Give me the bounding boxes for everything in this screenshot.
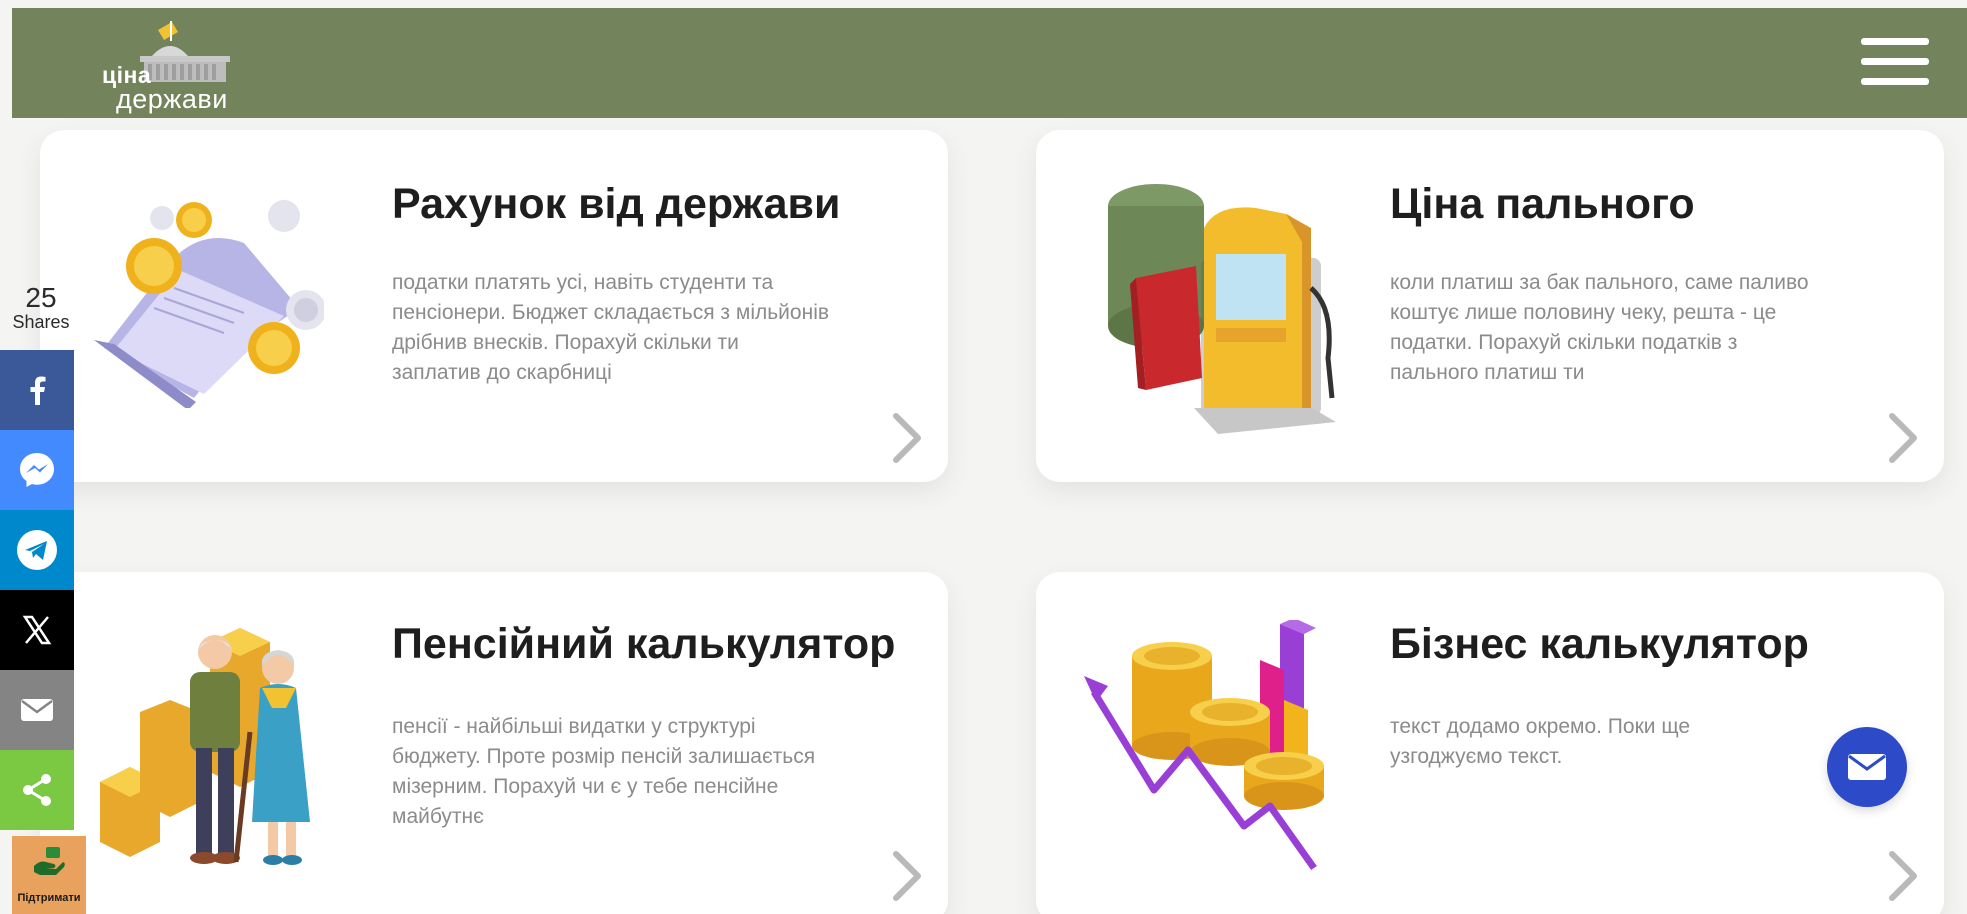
messenger-icon: [20, 453, 54, 487]
chevron-right-icon[interactable]: [1882, 848, 1922, 904]
card-title: Ціна пального: [1390, 180, 1695, 228]
share-count: 25 Shares: [4, 282, 78, 333]
card-title: Пенсійний калькулятор: [392, 620, 896, 668]
card-description: податки платять усі, навіть студенти та …: [392, 271, 830, 384]
telegram-icon: [17, 530, 57, 570]
card-description: пенсії - найбільші видатки у структурі б…: [392, 715, 816, 828]
support-donate-button[interactable]: Підтримати: [12, 836, 86, 914]
card-business-calculator[interactable]: Бізнес калькулятор текст додамо окремо. …: [1036, 572, 1944, 914]
facebook-share-button[interactable]: [0, 350, 74, 430]
support-label: Підтримати: [17, 892, 81, 904]
email-share-button[interactable]: [0, 670, 74, 750]
share-count-number: 25: [25, 282, 57, 313]
contact-mail-button[interactable]: [1827, 727, 1907, 807]
card-state-bill[interactable]: Рахунок від держави податки платять усі,…: [40, 130, 948, 482]
elderly-couple-illustration: [100, 628, 310, 865]
chevron-right-icon[interactable]: [886, 410, 926, 466]
x-share-button[interactable]: [0, 590, 74, 670]
chevron-right-icon[interactable]: [886, 848, 926, 904]
facebook-icon: [30, 376, 46, 405]
card-title: Рахунок від держави: [392, 180, 841, 228]
hamburger-menu-icon[interactable]: [1861, 38, 1929, 86]
coins-growth-chart-illustration: [1084, 620, 1324, 871]
card-description: коли платиш за бак пального, саме паливо…: [1390, 271, 1809, 384]
card-fuel-price[interactable]: Ціна пального коли платиш за бак пальног…: [1036, 130, 1944, 482]
chevron-right-icon[interactable]: [1882, 410, 1922, 466]
email-icon: [21, 699, 53, 721]
messenger-share-button[interactable]: [0, 430, 74, 510]
site-header: ціна держави: [12, 8, 1967, 118]
telegram-share-button[interactable]: [0, 510, 74, 590]
generic-share-button[interactable]: [0, 750, 74, 830]
card-title: Бізнес калькулятор: [1390, 620, 1809, 668]
fuel-pump-barrel-illustration: [1108, 184, 1336, 434]
donate-hand-icon: [34, 847, 65, 875]
x-icon: [22, 615, 52, 645]
site-logo[interactable]: ціна держави: [90, 16, 250, 114]
card-description: текст додамо окремо. Поки ще узгоджуємо …: [1390, 715, 1691, 768]
logo-text-line2: держави: [116, 84, 228, 114]
share-icon: [23, 774, 51, 806]
receipt-with-coins-illustration: [94, 200, 324, 408]
card-pension-calculator[interactable]: Пенсійний калькулятор пенсії - найбільші…: [40, 572, 948, 914]
envelope-icon: [1848, 754, 1886, 780]
share-count-label: Shares: [12, 312, 70, 332]
